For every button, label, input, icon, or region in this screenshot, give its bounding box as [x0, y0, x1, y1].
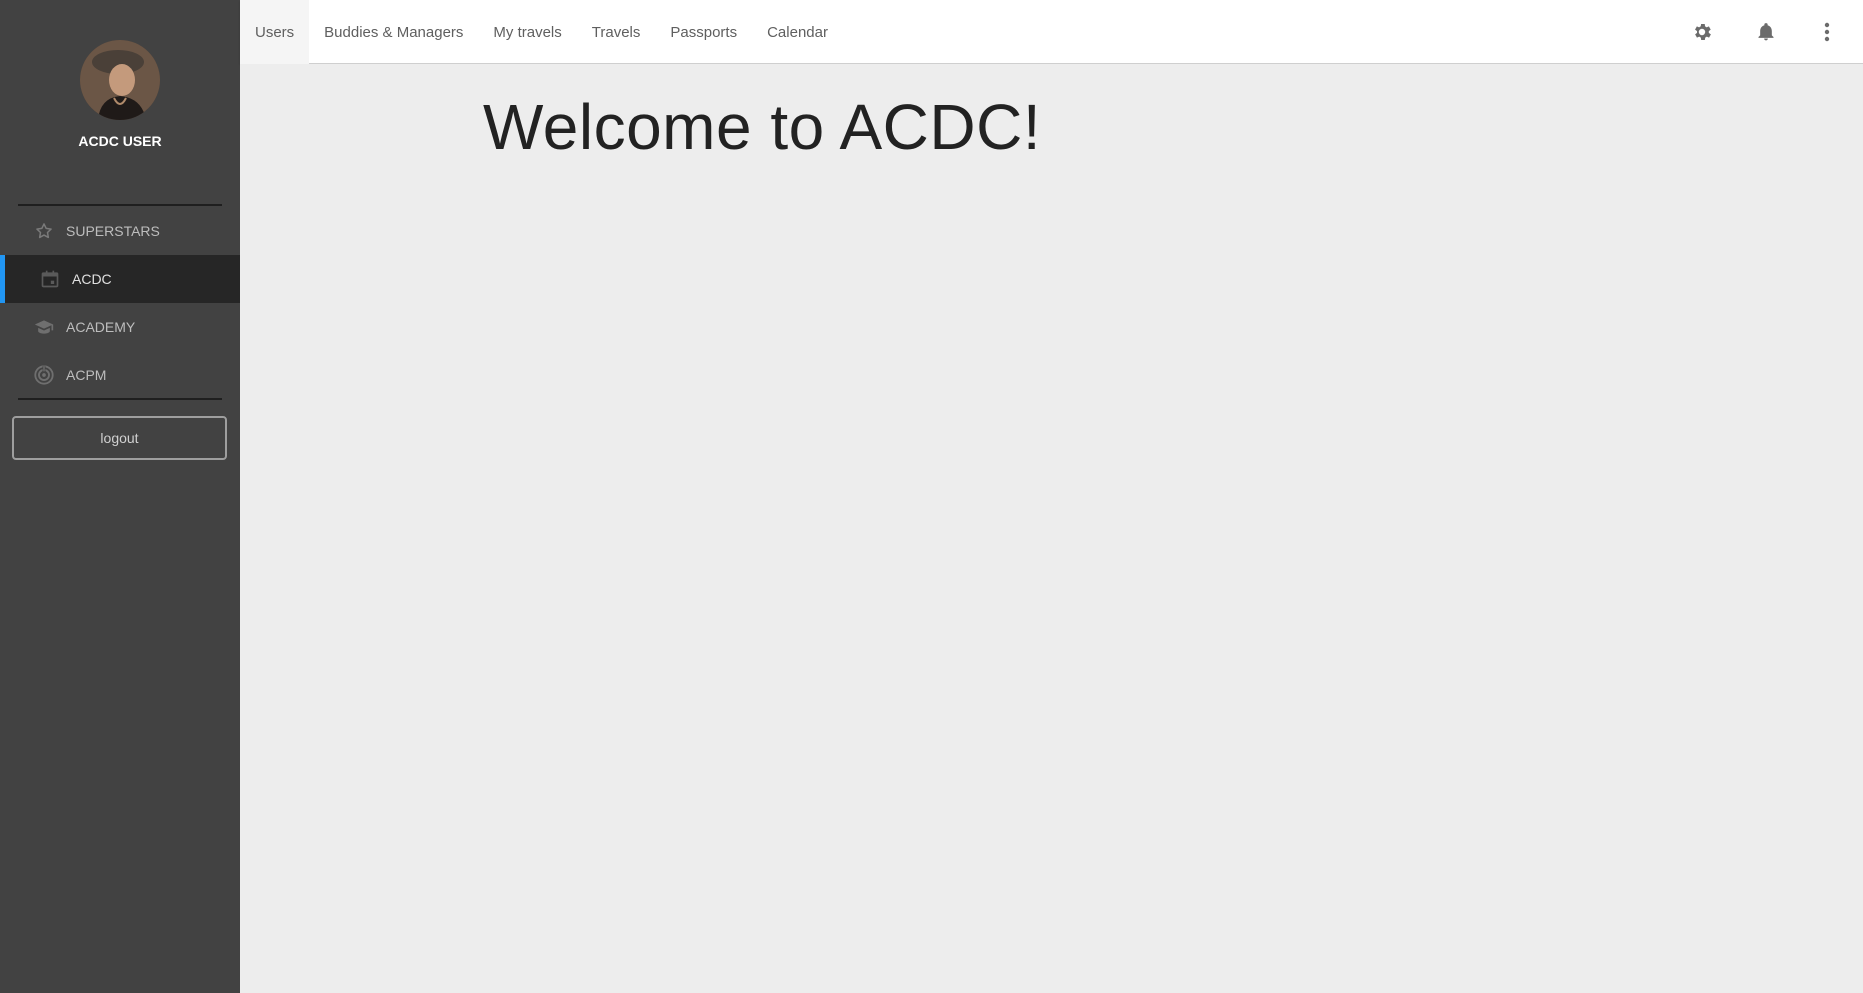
- more-vertical-icon[interactable]: [1815, 20, 1839, 44]
- avatar[interactable]: [80, 40, 160, 120]
- sidebar-divider-bottom: [18, 398, 222, 400]
- tab-travels[interactable]: Travels: [577, 0, 656, 64]
- tab-my-travels[interactable]: My travels: [478, 0, 576, 64]
- page-title: Welcome to ACDC!: [483, 91, 1042, 163]
- sidebar-item-acdc[interactable]: ACDC: [0, 255, 240, 303]
- sidebar-item-superstars[interactable]: SUPERSTARS: [0, 207, 240, 255]
- top-bar: Users Buddies & Managers My travels Trav…: [240, 0, 1863, 64]
- tab-buddies-managers[interactable]: Buddies & Managers: [309, 0, 478, 64]
- sidebar-item-academy[interactable]: ACADEMY: [0, 303, 240, 351]
- app-root: ACDC USER SUPERSTARS ACDC ACADEMY ACPM l…: [0, 0, 1863, 993]
- sidebar-item-label: ACDC: [72, 271, 112, 287]
- user-name: ACDC USER: [78, 133, 162, 149]
- tab-calendar[interactable]: Calendar: [752, 0, 843, 64]
- gear-icon[interactable]: [1690, 20, 1714, 44]
- logout-button[interactable]: logout: [12, 416, 227, 460]
- sidebar: ACDC USER SUPERSTARS ACDC ACADEMY ACPM l…: [0, 0, 240, 993]
- sidebar-item-label: ACPM: [66, 367, 107, 383]
- tab-bar: Users Buddies & Managers My travels Trav…: [240, 0, 843, 64]
- sidebar-item-label: SUPERSTARS: [66, 223, 160, 239]
- sidebar-item-label: ACADEMY: [66, 319, 136, 335]
- avatar-image: [80, 40, 160, 120]
- graduation-cap-icon: [32, 315, 56, 339]
- tab-users[interactable]: Users: [240, 0, 310, 64]
- calendar-icon: [38, 267, 62, 291]
- tab-passports[interactable]: Passports: [655, 0, 752, 64]
- bell-icon[interactable]: [1754, 20, 1778, 44]
- star-icon: [32, 219, 56, 243]
- main-content: Welcome to ACDC!: [240, 64, 1863, 993]
- target-icon: [32, 363, 56, 387]
- sidebar-item-acpm[interactable]: ACPM: [0, 351, 240, 399]
- sidebar-divider-top: [18, 204, 222, 206]
